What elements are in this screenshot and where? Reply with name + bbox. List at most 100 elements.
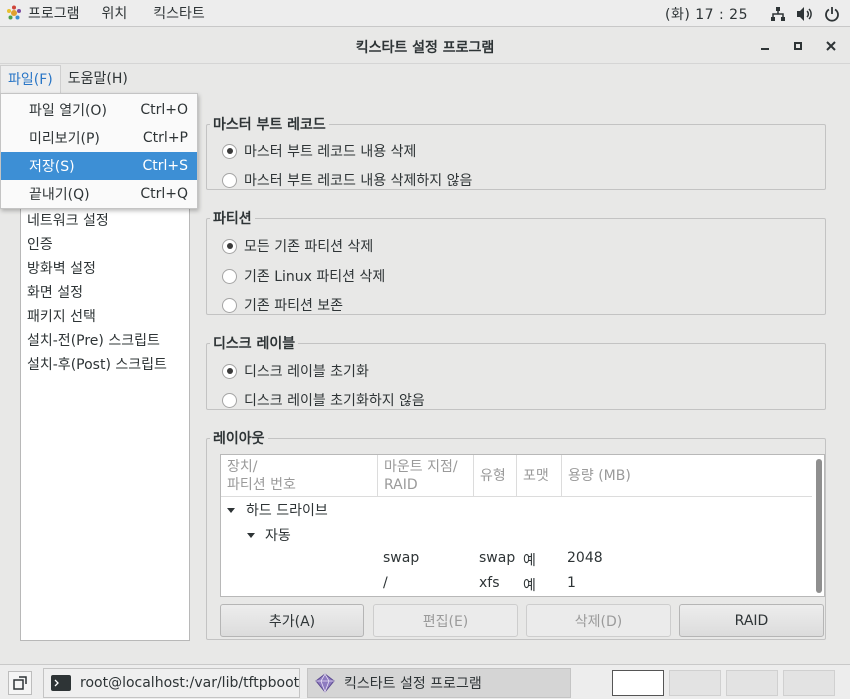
sidebar-item-display[interactable]: 화면 설정 — [21, 281, 189, 305]
column-header-device[interactable]: 장치/ 파티션 번호 — [221, 455, 378, 497]
show-desktop-button[interactable] — [8, 671, 32, 695]
sidebar-item-packages[interactable]: 패키지 선택 — [21, 305, 189, 329]
delete-button[interactable]: 삭제(D) — [526, 604, 671, 637]
window-titlebar[interactable]: 킥스타트 설정 프로그램 — [0, 28, 850, 64]
row-mount[interactable]: / — [383, 575, 388, 591]
row-size[interactable]: 1 — [567, 575, 576, 591]
sidebar-item-firewall[interactable]: 방화벽 설정 — [21, 257, 189, 281]
mbr-option-keep[interactable]: 마스터 부트 레코드 내용 삭제하지 않음 — [222, 170, 472, 190]
radio-button[interactable] — [222, 172, 237, 188]
menu-item-label: 미리보기(P) — [29, 131, 100, 147]
taskbar-item-kickstart[interactable]: 킥스타트 설정 프로그램 — [307, 668, 571, 698]
clock[interactable]: (화) 17 : 25 — [665, 4, 748, 24]
tree-node-hard-drive[interactable]: 하드 드라이브 — [246, 500, 328, 520]
radio-label: 마스터 부트 레코드 내용 삭제 — [244, 144, 417, 160]
edit-button[interactable]: 편집(E) — [373, 604, 518, 637]
mbr-group: 마스터 부트 레코드 마스터 부트 레코드 내용 삭제 마스터 부트 레코드 내… — [206, 114, 826, 190]
close-button[interactable] — [821, 36, 841, 56]
vertical-scrollbar[interactable] — [816, 459, 822, 593]
applications-label: 프로그램 — [28, 6, 80, 22]
row-size[interactable]: 2048 — [567, 550, 603, 566]
partition-option-remove-linux[interactable]: 기존 Linux 파티션 삭제 — [222, 266, 385, 286]
radio-button[interactable] — [222, 297, 237, 313]
menu-item-shortcut: Ctrl+Q — [140, 186, 188, 202]
menu-item-open[interactable]: 파일 열기(O) Ctrl+O — [1, 96, 197, 124]
volume-icon[interactable] — [796, 6, 814, 22]
tree-expander-icon[interactable] — [226, 503, 236, 519]
sidebar-item-network[interactable]: 네트워크 설정 — [21, 209, 189, 233]
radio-label: 기존 Linux 파티션 삭제 — [244, 269, 386, 285]
menu-item-preview[interactable]: 미리보기(P) Ctrl+P — [1, 124, 197, 152]
menu-item-label: 파일 열기(O) — [29, 103, 107, 119]
add-button[interactable]: 추가(A) — [220, 604, 364, 637]
maximize-icon — [794, 42, 802, 50]
partition-group: 파티션 모든 기존 파티션 삭제 기존 Linux 파티션 삭제 기존 파티션 … — [206, 208, 826, 315]
column-header-mount[interactable]: 마운트 지점/ RAID — [378, 455, 474, 497]
taskbar-item-label: 킥스타트 설정 프로그램 — [344, 676, 482, 692]
taskbar-item-terminal[interactable]: root@localhost:/var/lib/tftpboot/px… — [43, 668, 300, 698]
kickstart-app-icon — [315, 673, 335, 693]
disklabel-group-title: 디스크 레이블 — [210, 333, 299, 353]
close-icon — [826, 41, 836, 51]
row-format[interactable]: 예 — [523, 575, 536, 595]
radio-label: 마스터 부트 레코드 내용 삭제하지 않음 — [244, 173, 473, 189]
minimize-button[interactable] — [755, 36, 775, 56]
radio-label: 디스크 레이블 초기화하지 않음 — [244, 393, 425, 409]
disklabel-option-init[interactable]: 디스크 레이블 초기화 — [222, 361, 369, 381]
row-format[interactable]: 예 — [523, 550, 536, 570]
sidebar-item-authentication[interactable]: 인증 — [21, 233, 189, 257]
gnome-foot-icon — [7, 5, 21, 20]
radio-button[interactable] — [222, 392, 237, 408]
places-menu[interactable]: 위치 — [102, 0, 128, 27]
app-menu[interactable]: 킥스타트 — [153, 0, 205, 27]
power-icon[interactable] — [824, 6, 840, 22]
row-type[interactable]: xfs — [479, 575, 500, 591]
column-header-type[interactable]: 유형 — [474, 455, 517, 497]
category-list: 네트워크 설정 인증 방화벽 설정 화면 설정 패키지 선택 설치-전(Pre)… — [20, 208, 190, 641]
row-mount[interactable]: swap — [383, 550, 419, 566]
disklabel-option-no-init[interactable]: 디스크 레이블 초기화하지 않음 — [222, 390, 425, 410]
tree-node-auto[interactable]: 자동 — [265, 525, 291, 545]
partition-option-preserve[interactable]: 기존 파티션 보존 — [222, 295, 343, 315]
radio-button[interactable] — [222, 238, 237, 254]
workspace-1[interactable] — [612, 670, 664, 696]
network-icon[interactable] — [770, 6, 786, 22]
menu-item-shortcut: Ctrl+S — [142, 158, 188, 174]
places-label: 위치 — [101, 6, 128, 22]
menu-item-save[interactable]: 저장(S) Ctrl+S — [1, 152, 197, 180]
menu-file[interactable]: 파일(F) — [0, 65, 61, 93]
show-desktop-icon — [13, 676, 27, 690]
menu-item-shortcut: Ctrl+O — [140, 102, 188, 118]
workspace-3[interactable] — [726, 670, 778, 696]
menu-item-label: 끝내기(Q) — [29, 187, 90, 203]
taskbar-item-label: root@localhost:/var/lib/tftpboot/px… — [80, 675, 300, 691]
top-panel: 프로그램 위치 킥스타트 (화) 17 : 25 — [0, 0, 850, 27]
menu-item-label: 저장(S) — [29, 159, 75, 175]
raid-button[interactable]: RAID — [679, 604, 824, 637]
radio-label: 디스크 레이블 초기화 — [244, 364, 369, 380]
partition-group-title: 파티션 — [210, 208, 255, 228]
sidebar-item-post-script[interactable]: 설치-후(Post) 스크립트 — [21, 353, 189, 377]
partition-table[interactable]: 장치/ 파티션 번호 마운트 지점/ RAID 유형 포맷 용량 (MB) 하드… — [220, 454, 825, 597]
bottom-taskbar: root@localhost:/var/lib/tftpboot/px… 킥스타… — [0, 664, 850, 699]
mbr-group-title: 마스터 부트 레코드 — [210, 114, 329, 134]
layout-group-title: 레이아웃 — [210, 428, 268, 448]
terminal-icon — [51, 675, 71, 691]
partition-option-remove-all[interactable]: 모든 기존 파티션 삭제 — [222, 236, 373, 256]
radio-button[interactable] — [222, 143, 237, 159]
column-header-size[interactable]: 용량 (MB) — [562, 455, 812, 497]
menu-help[interactable]: 도움말(H) — [61, 65, 135, 93]
sidebar-item-pre-script[interactable]: 설치-전(Pre) 스크립트 — [21, 329, 189, 353]
radio-button[interactable] — [222, 268, 237, 284]
maximize-button[interactable] — [788, 36, 808, 56]
applications-menu[interactable]: 프로그램 — [0, 0, 80, 27]
radio-button[interactable] — [222, 363, 237, 379]
menu-item-quit[interactable]: 끝내기(Q) Ctrl+Q — [1, 180, 197, 208]
menubar: 파일(F) 도움말(H) — [0, 65, 850, 93]
tree-expander-icon[interactable] — [246, 528, 256, 544]
column-header-format[interactable]: 포맷 — [517, 455, 562, 497]
workspace-2[interactable] — [669, 670, 721, 696]
mbr-option-clear[interactable]: 마스터 부트 레코드 내용 삭제 — [222, 141, 416, 161]
workspace-4[interactable] — [783, 670, 835, 696]
row-type[interactable]: swap — [479, 550, 515, 566]
